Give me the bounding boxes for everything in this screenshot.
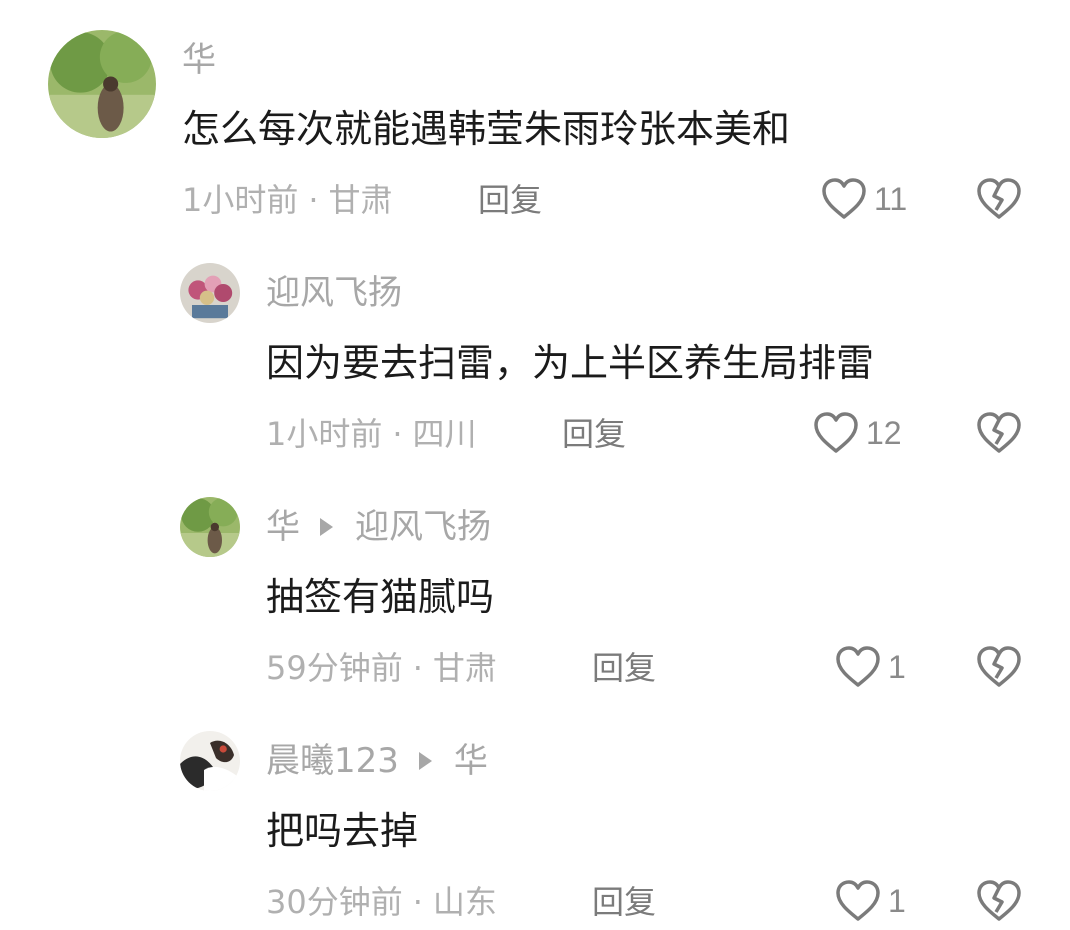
- avatar[interactable]: [48, 30, 156, 138]
- reply-button[interactable]: 回复: [478, 180, 542, 220]
- comment-text: 因为要去扫雷，为上半区养生局排雷: [266, 341, 875, 385]
- reply-arrow-icon: [418, 752, 432, 770]
- like-button[interactable]: 11: [820, 176, 907, 222]
- comment-location: 甘肃: [432, 649, 497, 687]
- broken-heart-icon: [977, 880, 1021, 921]
- dislike-button[interactable]: [975, 644, 1023, 690]
- comment-text: 怎么每次就能遇韩莹朱雨玲张本美和: [182, 107, 791, 151]
- comment-author[interactable]: 华: [182, 40, 216, 80]
- reply-to-name[interactable]: 华: [454, 741, 488, 781]
- like-count: 12: [866, 414, 902, 451]
- meta-separator: ·: [412, 883, 423, 921]
- comment-time: 1小时前: [182, 181, 299, 219]
- author-name[interactable]: 华: [266, 507, 300, 547]
- avatar[interactable]: [180, 497, 240, 557]
- broken-heart-icon: [977, 178, 1021, 219]
- meta-separator: ·: [308, 181, 319, 219]
- heart-icon: [836, 880, 880, 921]
- comment-location: 四川: [412, 415, 477, 453]
- meta-separator: ·: [412, 649, 423, 687]
- comment-meta: 59分钟前 · 甘肃: [266, 648, 497, 688]
- like-count: 1: [888, 882, 906, 919]
- like-button[interactable]: 1: [834, 644, 906, 690]
- avatar-image: [180, 497, 240, 557]
- avatar[interactable]: [180, 731, 240, 791]
- comment-meta: 1小时前 · 四川: [266, 414, 477, 454]
- reply-button[interactable]: 回复: [562, 414, 626, 454]
- comment-meta: 30分钟前 · 山东: [266, 882, 497, 922]
- avatar-image: [48, 30, 156, 138]
- dislike-button[interactable]: [975, 176, 1023, 222]
- comment-text: 把吗去掉: [266, 809, 419, 853]
- comment-author: 晨曦123 华: [266, 741, 488, 781]
- broken-heart-icon: [977, 412, 1021, 453]
- comment-text: 抽签有猫腻吗: [266, 575, 495, 619]
- comment-author[interactable]: 迎风飞扬: [266, 273, 402, 313]
- like-button[interactable]: 1: [834, 878, 906, 924]
- comment-meta: 1小时前 · 甘肃: [182, 180, 393, 220]
- heart-icon: [814, 412, 858, 453]
- reply-to-name[interactable]: 迎风飞扬: [355, 507, 491, 547]
- like-button[interactable]: 12: [812, 410, 902, 456]
- dislike-button[interactable]: [975, 878, 1023, 924]
- heart-icon: [822, 178, 866, 219]
- dislike-button[interactable]: [975, 410, 1023, 456]
- author-name[interactable]: 晨曦123: [266, 741, 399, 781]
- avatar[interactable]: [180, 263, 240, 323]
- reply-button[interactable]: 回复: [592, 882, 656, 922]
- broken-heart-icon: [977, 646, 1021, 687]
- author-name[interactable]: 华: [182, 40, 216, 80]
- comment-time: 1小时前: [266, 415, 383, 453]
- avatar-image: [180, 263, 240, 323]
- reply-button[interactable]: 回复: [592, 648, 656, 688]
- comment-author: 华 迎风飞扬: [266, 507, 491, 547]
- reply-arrow-icon: [320, 518, 333, 536]
- comment-location: 山东: [432, 883, 497, 921]
- avatar-image: [180, 731, 240, 791]
- author-name[interactable]: 迎风飞扬: [266, 273, 402, 313]
- comment-time: 59分钟前: [266, 649, 403, 687]
- like-count: 11: [874, 180, 908, 217]
- comment-time: 30分钟前: [266, 883, 403, 921]
- comment-location: 甘肃: [328, 181, 393, 219]
- like-count: 1: [888, 648, 906, 685]
- heart-icon: [836, 646, 880, 687]
- meta-separator: ·: [392, 415, 403, 453]
